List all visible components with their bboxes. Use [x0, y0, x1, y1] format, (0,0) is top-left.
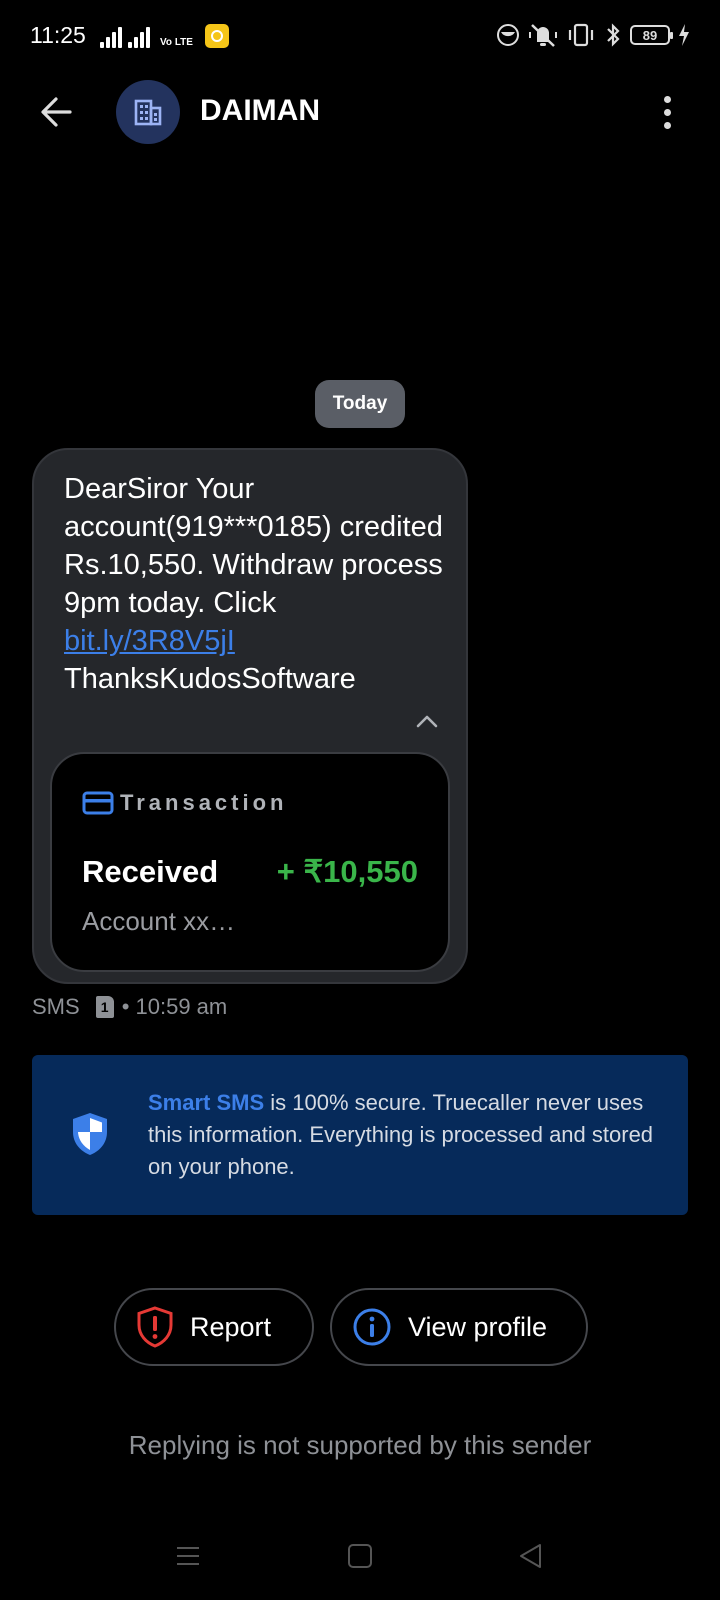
smart-sms-info-banner: Smart SMS is 100% secure. Truecaller nev… — [32, 1055, 688, 1215]
contact-name[interactable]: DAIMAN — [200, 94, 320, 128]
collapse-button[interactable] — [412, 706, 442, 736]
view-profile-button[interactable]: View profile — [330, 1288, 588, 1366]
status-time: 11:25 — [30, 22, 86, 48]
triangle-back-icon — [520, 1544, 541, 1568]
nav-home-button[interactable] — [340, 1536, 380, 1576]
signal-icon — [128, 26, 150, 48]
battery-icon: 89 — [630, 25, 673, 45]
bluetooth-icon — [607, 23, 620, 47]
square-icon — [348, 1544, 372, 1568]
message-bubble[interactable]: DearSiror Your account(919***0185) credi… — [32, 448, 468, 984]
arrow-left-icon — [41, 97, 72, 127]
transaction-header: Transaction — [82, 790, 287, 816]
report-button[interactable]: Report — [114, 1288, 314, 1366]
vibrate-off-icon — [529, 24, 557, 47]
status-right-icons: 89 — [496, 22, 690, 48]
more-options-button[interactable] — [652, 90, 682, 134]
message-signature: ThanksKudosSoftware — [64, 663, 356, 695]
message-meta: SMS 1 • 10:59 am — [32, 994, 227, 1020]
nav-recents-button[interactable] — [168, 1536, 208, 1576]
contact-avatar[interactable] — [116, 80, 180, 144]
transaction-account: Account xx… — [82, 906, 236, 936]
vibrate-icon — [568, 23, 594, 47]
volte-icon: Vo LTE — [160, 37, 193, 48]
message-body: DearSiror Your account(919***0185) credi… — [64, 473, 443, 619]
message-channel: SMS — [32, 994, 80, 1019]
shield-icon — [70, 1111, 110, 1162]
conversation-header: DAIMAN — [0, 70, 720, 154]
transaction-card[interactable]: Transaction Received + ₹10,550 Account x… — [50, 752, 450, 972]
view-profile-label: View profile — [408, 1311, 548, 1342]
status-bar: 11:25 Vo LTE 89 — [0, 0, 720, 70]
report-shield-icon — [137, 1306, 173, 1348]
chevron-up-icon — [416, 715, 438, 728]
app-notification-icon — [204, 24, 229, 48]
menu-icon — [177, 1547, 199, 1565]
back-button[interactable] — [34, 90, 78, 134]
report-label: Report — [190, 1311, 272, 1342]
message-time: • 10:59 am — [121, 994, 228, 1019]
transaction-amount: + ₹10,550 — [276, 854, 418, 889]
transaction-status: Received — [82, 854, 219, 889]
dnd-icon — [497, 24, 519, 46]
system-navigation-bar — [0, 1520, 720, 1590]
message-link[interactable]: bit.ly/3R8V5jI — [64, 625, 235, 657]
charging-icon — [679, 24, 689, 46]
signal-icon — [100, 26, 122, 48]
nav-back-button[interactable] — [510, 1536, 550, 1576]
transaction-label: Transaction — [120, 790, 288, 815]
info-text: Smart SMS is 100% secure. Truecaller nev… — [148, 1087, 658, 1183]
status-left-icons: Vo LTE — [100, 22, 229, 48]
info-icon — [353, 1308, 391, 1346]
reply-not-supported-note: Replying is not supported by this sender — [128, 1430, 592, 1460]
business-building-icon — [134, 99, 162, 126]
info-highlight: Smart SMS — [148, 1090, 265, 1115]
more-vert-icon — [663, 95, 671, 103]
date-separator: Today — [315, 380, 405, 428]
message-text: DearSiror Your account(919***0185) credi… — [64, 470, 444, 698]
sim-card-icon: 1 — [95, 996, 114, 1018]
credit-card-icon — [82, 791, 114, 815]
